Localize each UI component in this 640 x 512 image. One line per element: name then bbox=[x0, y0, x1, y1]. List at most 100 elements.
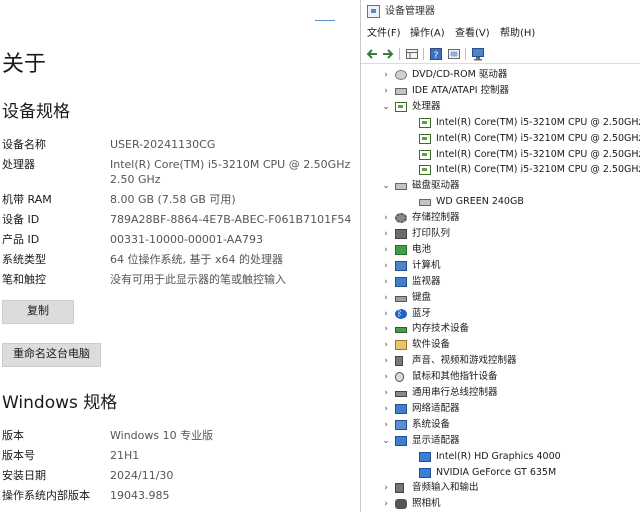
expand-chevron-icon[interactable]: › bbox=[381, 258, 391, 274]
menu-file[interactable]: 文件(F) bbox=[367, 27, 401, 41]
display-icon bbox=[419, 451, 431, 462]
box-icon bbox=[395, 340, 407, 351]
device-specs-heading: 设备规格 bbox=[2, 102, 70, 122]
title-bar[interactable]: 设备管理器 bbox=[361, 0, 640, 24]
tree-item-label: WD GREEN 240GB bbox=[436, 196, 524, 208]
back-icon[interactable] bbox=[365, 47, 379, 61]
tree-category[interactable]: › 打印队列 bbox=[361, 226, 631, 242]
tree-category[interactable]: › 键盘 bbox=[361, 290, 631, 306]
about-panel: 关于 设备规格 设备名称 USER-20241130CG 处理器 Intel(R… bbox=[0, 0, 360, 512]
tree-category[interactable]: › 蓝牙 bbox=[361, 306, 631, 322]
expand-chevron-icon[interactable]: › bbox=[381, 385, 391, 401]
spec-key: 操作系统内部版本 bbox=[2, 489, 90, 502]
spec-key: 产品 ID bbox=[2, 233, 40, 246]
rename-pc-button[interactable]: 重命名这台电脑 bbox=[2, 343, 101, 367]
mouse-icon bbox=[395, 372, 404, 383]
chip-icon bbox=[419, 165, 431, 176]
tree-category[interactable]: › 监视器 bbox=[361, 274, 631, 290]
toolbar-separator bbox=[465, 48, 466, 60]
help-icon[interactable]: ? bbox=[429, 47, 443, 61]
tree-device[interactable]: WD GREEN 240GB bbox=[361, 194, 631, 210]
tree-category[interactable]: › 电池 bbox=[361, 242, 631, 258]
tree-device[interactable]: Intel(R) Core(TM) i5-3210M CPU @ 2.50GHz bbox=[361, 115, 640, 131]
expand-chevron-icon[interactable]: › bbox=[381, 353, 391, 369]
drive-icon bbox=[395, 183, 407, 191]
tree-category[interactable]: › 内存技术设备 bbox=[361, 321, 631, 337]
tree-item-label: 音频输入和输出 bbox=[412, 482, 479, 494]
tree-item-label: Intel(R) Core(TM) i5-3210M CPU @ 2.50GHz bbox=[436, 116, 640, 128]
tree-item-label: IDE ATA/ATAPI 控制器 bbox=[412, 84, 510, 96]
expand-chevron-icon[interactable]: › bbox=[381, 67, 391, 83]
collapse-chevron-icon[interactable]: ⌄ bbox=[381, 99, 391, 115]
toolbar-separator bbox=[423, 48, 424, 60]
expand-chevron-icon[interactable]: › bbox=[381, 337, 391, 353]
expand-chevron-icon[interactable]: › bbox=[381, 242, 391, 258]
tree-device[interactable]: Intel(R) HD Graphics 4000 bbox=[361, 449, 631, 465]
expand-chevron-icon[interactable]: › bbox=[381, 226, 391, 242]
pc-icon bbox=[395, 260, 407, 271]
tree-category[interactable]: ⌄ 处理器 bbox=[361, 99, 631, 115]
menu-action[interactable]: 操作(A) bbox=[410, 27, 445, 41]
expand-chevron-icon[interactable]: › bbox=[381, 290, 391, 306]
tree-category[interactable]: › 鼠标和其他指针设备 bbox=[361, 369, 631, 385]
tree-item-label: 计算机 bbox=[412, 259, 441, 271]
tree-category[interactable]: › IDE ATA/ATAPI 控制器 bbox=[361, 83, 631, 99]
tree-device[interactable]: NVIDIA GeForce GT 635M bbox=[361, 465, 631, 481]
gear-icon bbox=[395, 213, 407, 224]
tree-category[interactable]: › 通用串行总线控制器 bbox=[361, 385, 631, 401]
expand-chevron-icon[interactable]: › bbox=[381, 496, 391, 512]
spec-key: 版本 bbox=[2, 429, 24, 442]
collapse-chevron-icon[interactable]: ⌄ bbox=[381, 178, 391, 194]
windows-specs-heading: Windows 规格 bbox=[2, 393, 118, 413]
tree-category[interactable]: › 存储控制器 bbox=[361, 210, 631, 226]
collapse-chevron-icon[interactable]: ⌄ bbox=[381, 433, 391, 449]
tree-device[interactable]: Intel(R) Core(TM) i5-3210M CPU @ 2.50GHz bbox=[361, 147, 640, 163]
tree-device[interactable]: Intel(R) Core(TM) i5-3210M CPU @ 2.50GHz bbox=[361, 131, 640, 147]
menu-help[interactable]: 帮助(H) bbox=[500, 27, 535, 41]
menu-view[interactable]: 查看(V) bbox=[455, 27, 490, 41]
expand-chevron-icon[interactable]: › bbox=[381, 401, 391, 417]
spec-key: 版本号 bbox=[2, 449, 35, 462]
scan-monitor-icon[interactable] bbox=[471, 47, 485, 61]
disc-icon bbox=[395, 70, 407, 80]
monitor-icon bbox=[395, 276, 407, 287]
update-driver-icon[interactable] bbox=[447, 47, 461, 61]
properties-grid-icon[interactable] bbox=[405, 47, 419, 61]
tree-item-label: Intel(R) Core(TM) i5-3210M CPU @ 2.50GHz bbox=[436, 164, 640, 176]
tree-category[interactable]: › 声音、视频和游戏控制器 bbox=[361, 353, 631, 369]
spec-value: 19043.985 bbox=[110, 489, 170, 502]
window-title: 设备管理器 bbox=[385, 6, 435, 17]
expand-chevron-icon[interactable]: › bbox=[381, 417, 391, 433]
accent-line bbox=[315, 20, 335, 21]
tree-category[interactable]: › DVD/CD-ROM 驱动器 bbox=[361, 67, 631, 83]
tree-category[interactable]: › 计算机 bbox=[361, 258, 631, 274]
toolbar-separator bbox=[399, 48, 400, 60]
expand-chevron-icon[interactable]: › bbox=[381, 321, 391, 337]
tree-category[interactable]: ⌄ 磁盘驱动器 bbox=[361, 178, 631, 194]
copy-button[interactable]: 复制 bbox=[2, 300, 74, 324]
tree-category[interactable]: › 音频输入和输出 bbox=[361, 480, 631, 496]
tree-category[interactable]: › 照相机 bbox=[361, 496, 631, 512]
forward-icon[interactable] bbox=[381, 47, 395, 61]
expand-chevron-icon[interactable]: › bbox=[381, 210, 391, 226]
tree-item-label: 监视器 bbox=[412, 275, 441, 287]
tree-item-label: 鼠标和其他指针设备 bbox=[412, 371, 498, 383]
net-icon bbox=[395, 403, 407, 414]
mem-icon bbox=[395, 327, 407, 334]
tree-category[interactable]: › 系统设备 bbox=[361, 417, 631, 433]
tree-category[interactable]: › 软件设备 bbox=[361, 337, 631, 353]
tree-device[interactable]: Intel(R) Core(TM) i5-3210M CPU @ 2.50GHz bbox=[361, 162, 640, 178]
tree-item-label: 显示适配器 bbox=[412, 434, 460, 446]
chip-icon bbox=[419, 117, 431, 128]
drive-icon bbox=[419, 199, 431, 207]
spec-key: 设备 ID bbox=[2, 213, 40, 226]
expand-chevron-icon[interactable]: › bbox=[381, 369, 391, 385]
expand-chevron-icon[interactable]: › bbox=[381, 83, 391, 99]
spec-value: 789A28BF-8864-4E7B-ABEC-F061B7101F54 bbox=[110, 213, 352, 226]
audio-in-icon bbox=[395, 483, 404, 494]
tree-category[interactable]: › 网络适配器 bbox=[361, 401, 631, 417]
expand-chevron-icon[interactable]: › bbox=[381, 306, 391, 322]
tree-category[interactable]: ⌄ 显示适配器 bbox=[361, 433, 631, 449]
expand-chevron-icon[interactable]: › bbox=[381, 274, 391, 290]
expand-chevron-icon[interactable]: › bbox=[381, 480, 391, 496]
